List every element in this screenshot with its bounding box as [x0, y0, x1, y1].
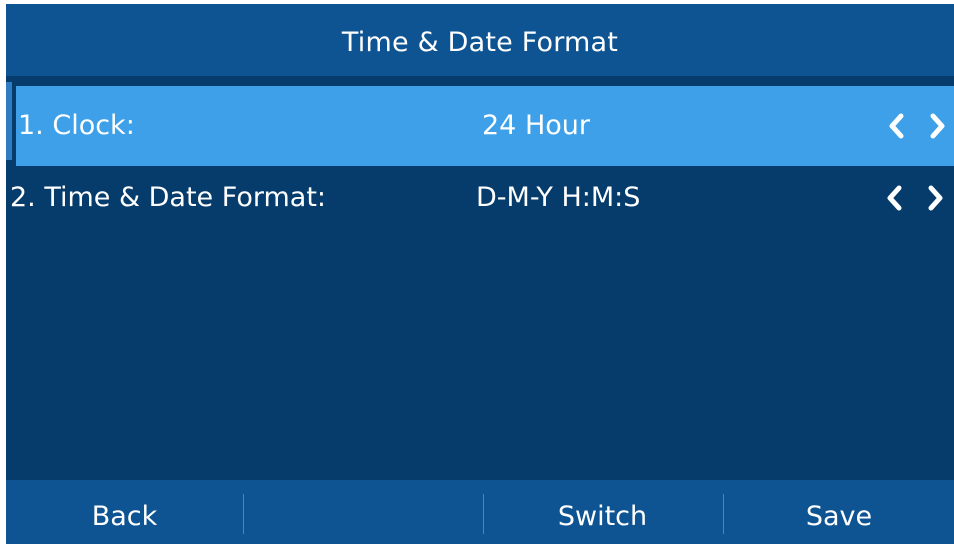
setting-value: 24 Hour [482, 110, 590, 141]
phone-screen: Time & Date Format 1. Clock: 24 Hour 2. … [6, 4, 954, 544]
chevron-right-icon[interactable] [922, 185, 948, 211]
setting-value: D-M-Y H:M:S [476, 182, 641, 213]
setting-row-clock[interactable]: 1. Clock: 24 Hour [16, 86, 954, 166]
chevron-left-icon[interactable] [882, 185, 908, 211]
page-title: Time & Date Format [341, 26, 619, 58]
save-button[interactable]: Save [724, 480, 954, 544]
title-bar: Time & Date Format [6, 4, 954, 80]
switch-button[interactable]: Switch [484, 480, 721, 544]
back-button[interactable]: Back [6, 480, 243, 544]
empty-softkey[interactable] [244, 480, 481, 544]
softkey-bar: Back Switch Save [6, 480, 954, 544]
setting-label: 1. Clock: [18, 110, 135, 141]
chevron-left-icon[interactable] [884, 113, 910, 139]
scroll-indicator [6, 82, 12, 160]
setting-row-time-date-format[interactable]: 2. Time & Date Format: D-M-Y H:M:S [6, 158, 954, 238]
chevron-right-icon[interactable] [924, 113, 950, 139]
value-switcher [882, 185, 948, 211]
value-switcher [884, 113, 950, 139]
setting-label: 2. Time & Date Format: [10, 182, 326, 213]
settings-list: 1. Clock: 24 Hour 2. Time & Date Format:… [6, 76, 954, 480]
